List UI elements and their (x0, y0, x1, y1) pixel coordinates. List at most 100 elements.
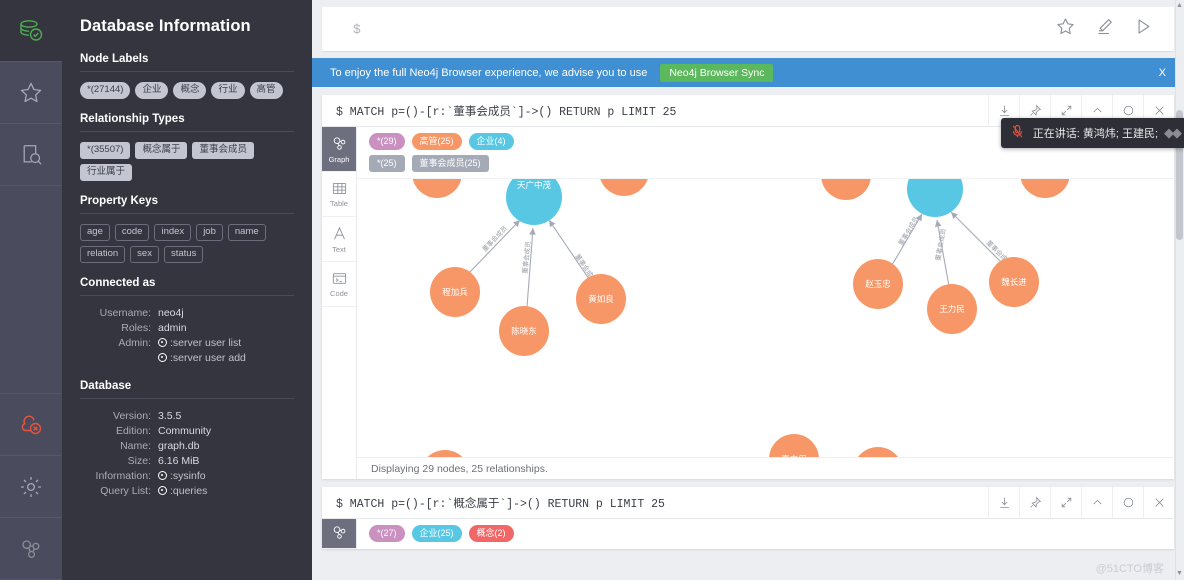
view-tab-text[interactable]: Text (322, 217, 356, 262)
legend-pill-node[interactable]: 高管(25) (411, 133, 462, 150)
close-icon[interactable] (1143, 486, 1174, 519)
node-label-pill[interactable]: 高管 (249, 82, 283, 99)
graph-node-company[interactable] (907, 179, 963, 217)
toast-drag-handle[interactable]: ◆◆ (1164, 125, 1182, 141)
relationship-types-list: *(35507) 概念属于 董事会成员 行业属于 (80, 142, 294, 181)
view-tab-table[interactable]: Table (322, 172, 356, 217)
main-scrollbar[interactable]: ▲ ▼ (1175, 0, 1184, 580)
legend-pill-node[interactable]: 企业(25) (411, 525, 462, 542)
node-label-pill[interactable]: 企业 (135, 82, 169, 99)
collapse-icon[interactable] (1081, 486, 1112, 519)
command-label: :server user list (170, 337, 242, 349)
legend-pill-node[interactable]: 概念(2) (468, 525, 514, 542)
info-row: :server user add (80, 351, 294, 366)
refresh-icon[interactable] (1112, 486, 1143, 519)
result-frame: $ MATCH p=()-[r:`概念属于`]->() RETURN p LIM… (322, 486, 1174, 549)
graph-svg: 董事会成员 董事会成员 董事会成员 董事会成员 董事会成员 董事会成员 天广中茂… (412, 179, 1070, 457)
property-key-pill[interactable]: code (114, 224, 150, 241)
pin-icon[interactable] (1019, 486, 1050, 519)
frame-header: $ MATCH p=()-[r:`概念属于`]->() RETURN p LIM… (322, 486, 1174, 519)
command-label: :queries (170, 485, 208, 497)
section-property-keys: Property Keys age code index job name re… (80, 195, 294, 263)
graph-node[interactable] (420, 450, 470, 457)
divider (80, 131, 294, 132)
browser-sync-button[interactable]: Neo4j Browser Sync (660, 63, 774, 82)
graph-legend: *(27) 企业(25) 概念(2) (357, 519, 1174, 548)
run-icon[interactable] (1133, 16, 1154, 42)
view-tab-code[interactable]: Code (322, 262, 356, 307)
rail-item-favorites[interactable] (0, 62, 62, 124)
graph-nodes[interactable]: 天广中茂 程加兵 陈晓东 黄如良 赵玉忠 王力民 魏长进 (412, 179, 1070, 457)
graph-node[interactable] (412, 179, 462, 198)
code-icon (331, 271, 348, 288)
cypher-editor[interactable]: $ (322, 7, 1174, 51)
relationship-type-pill[interactable]: 概念属于 (135, 142, 188, 159)
info-value: Community (158, 425, 212, 437)
property-key-pill[interactable]: status (163, 246, 204, 263)
property-key-pill[interactable]: sex (130, 246, 159, 263)
svg-text:董事会成员: 董事会成员 (896, 214, 921, 247)
section-relationship-types: Relationship Types *(35507) 概念属于 董事会成员 行… (80, 113, 294, 181)
close-icon[interactable]: X (1155, 67, 1170, 79)
command-link[interactable]: :sysinfo (158, 469, 206, 484)
rail-item-database[interactable] (0, 0, 62, 62)
relationship-type-pill[interactable]: 董事会成员 (192, 142, 254, 159)
speaking-notification-toast[interactable]: 正在讲话: 黄鸿炜; 王建民; ◆◆ (1000, 118, 1184, 148)
graph-icon (331, 524, 348, 543)
scroll-up-arrow[interactable]: ▲ (1176, 2, 1183, 10)
view-tab-graph[interactable] (322, 519, 356, 549)
graph-canvas[interactable]: *(27) 企业(25) 概念(2) (357, 519, 1174, 549)
rail-item-documents[interactable] (0, 124, 62, 186)
graph-node-label: 高立用 (781, 454, 807, 457)
node-label-pill[interactable]: 概念 (173, 82, 207, 99)
browser-sync-banner: To enjoy the full Neo4j Browser experien… (312, 58, 1184, 87)
property-key-pill[interactable]: relation (80, 246, 126, 263)
editor-prompt[interactable]: $ (322, 22, 1055, 37)
relationship-type-pill[interactable]: *(35507) (80, 142, 131, 159)
node-label-pill[interactable]: 行业 (211, 82, 245, 99)
property-key-pill[interactable]: age (80, 224, 110, 241)
command-link[interactable]: :server user list (158, 336, 241, 351)
view-tab-label: Code (330, 288, 348, 298)
clear-icon[interactable] (1094, 16, 1115, 42)
info-row: Version: 3.5.5 (80, 409, 294, 424)
section-node-labels: Node Labels *(27144) 企业 概念 行业 高管 (80, 53, 294, 99)
favorite-icon[interactable] (1055, 16, 1076, 42)
rail-item-browser-sync[interactable] (0, 394, 62, 456)
scroll-down-arrow[interactable]: ▼ (1176, 570, 1183, 578)
legend-pill-node[interactable]: *(29) (369, 133, 405, 150)
property-key-pill[interactable]: name (227, 224, 266, 241)
database-heading: Database (80, 380, 132, 392)
property-key-pill[interactable]: index (154, 224, 192, 241)
info-value: neo4j (158, 307, 184, 319)
legend-pill-node[interactable]: *(27) (369, 525, 405, 542)
info-row: Size: 6.16 MiB (80, 454, 294, 469)
info-row: Query List: :queries (80, 484, 294, 499)
graph-node[interactable] (821, 179, 871, 200)
command-link[interactable]: :queries (158, 484, 207, 499)
legend-pill-relationship[interactable]: *(25) (369, 155, 405, 172)
banner-message: To enjoy the full Neo4j Browser experien… (330, 66, 648, 79)
expand-icon[interactable] (1050, 486, 1081, 519)
property-key-pill[interactable]: job (196, 224, 223, 241)
download-icon[interactable] (988, 486, 1019, 519)
result-frame: $ MATCH p=()-[r:`董事会成员`]->() RETURN p LI… (322, 94, 1174, 479)
property-keys-heading: Property Keys (80, 195, 158, 207)
play-dot-icon (158, 338, 167, 347)
relationship-type-pill[interactable]: 行业属于 (80, 164, 133, 181)
rail-item-settings[interactable] (0, 456, 62, 518)
node-label-pill[interactable]: *(27144) (80, 82, 131, 99)
view-tab-graph[interactable]: Graph (322, 127, 356, 172)
graph-node[interactable] (599, 179, 649, 196)
play-dot-icon (158, 471, 167, 480)
legend-pill-node[interactable]: 企业(4) (468, 133, 514, 150)
graph-node[interactable] (1020, 179, 1070, 198)
info-key: Version: (113, 410, 151, 422)
command-link[interactable]: :server user add (158, 351, 246, 366)
graph-visualization[interactable]: 董事会成员 董事会成员 董事会成员 董事会成员 董事会成员 董事会成员 天广中茂… (357, 179, 1174, 457)
rail-item-about[interactable] (0, 518, 62, 580)
graph-canvas[interactable]: *(29) 高管(25) 企业(4) *(25) 董事会成员(25) 董事会成员… (357, 127, 1174, 479)
graph-node[interactable] (853, 447, 903, 457)
graph-node-person[interactable] (769, 434, 819, 457)
legend-pill-relationship[interactable]: 董事会成员(25) (411, 155, 489, 172)
